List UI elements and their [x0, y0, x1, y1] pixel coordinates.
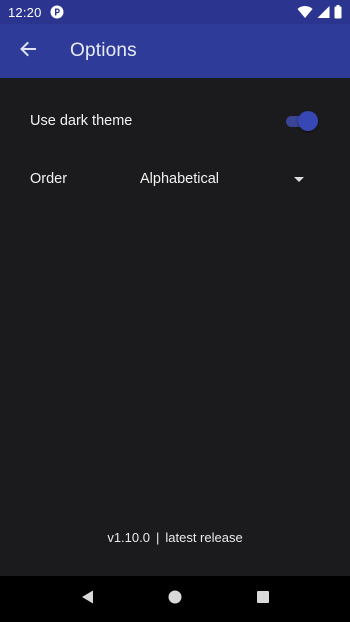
status-icons: [297, 5, 342, 19]
dark-theme-switch[interactable]: [286, 110, 318, 132]
status-bar: 12:20: [0, 0, 350, 24]
dark-theme-row: Use dark theme: [0, 104, 350, 138]
wifi-icon: [297, 5, 313, 19]
home-circle-icon: [167, 589, 183, 610]
page-title: Options: [70, 40, 137, 61]
order-row: Order Alphabetical: [0, 162, 350, 196]
version-number: v1.10.0: [107, 530, 150, 545]
order-selected-value: Alphabetical: [140, 171, 219, 187]
dropdown-caret-icon: [294, 177, 304, 182]
back-triangle-icon: [80, 589, 96, 610]
back-button[interactable]: [0, 24, 56, 78]
options-content: Use dark theme Order Alphabetical v1.10.…: [0, 78, 350, 576]
nav-home-button[interactable]: [164, 588, 186, 610]
dark-theme-label: Use dark theme: [30, 113, 133, 129]
app-notification-icon: [50, 5, 64, 19]
arrow-back-icon: [19, 40, 37, 63]
battery-icon: [334, 5, 342, 19]
order-label: Order: [30, 171, 68, 187]
app-bar: Options: [0, 24, 350, 78]
recents-square-icon: [255, 589, 271, 610]
nav-back-button[interactable]: [77, 588, 99, 610]
status-time: 12:20: [8, 4, 42, 20]
nav-recents-button[interactable]: [252, 588, 274, 610]
order-dropdown[interactable]: Alphabetical: [140, 166, 310, 192]
version-separator: |: [155, 530, 160, 545]
version-info: v1.10.0 | latest release: [0, 530, 350, 545]
system-nav-bar: [0, 576, 350, 622]
release-note: latest release: [165, 530, 243, 545]
switch-thumb: [298, 111, 318, 131]
signal-icon: [317, 5, 330, 19]
